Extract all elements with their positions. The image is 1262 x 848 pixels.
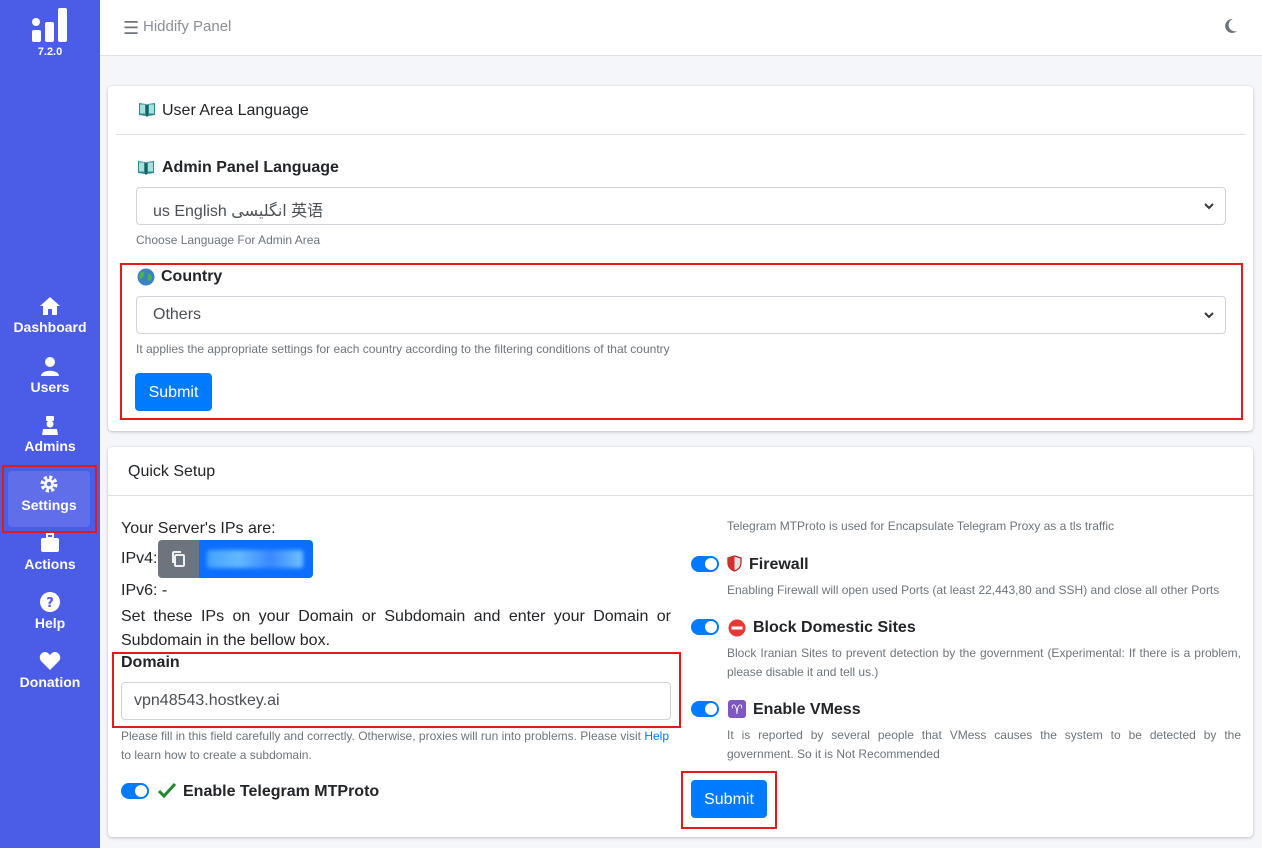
heart-icon: [39, 652, 61, 670]
user-icon: [41, 357, 59, 376]
ipv6-label: IPv6: -: [121, 582, 168, 599]
admin-language-help: Choose Language For Admin Area: [136, 233, 321, 247]
chevron-down-icon: [1204, 203, 1214, 210]
ip-instruction: Set these IPs on your Domain or Subdomai…: [121, 608, 671, 649]
block-domestic-label: Block Domestic Sites: [753, 619, 916, 636]
block-domestic-help: Block Iranian Sites to prevent detection…: [727, 646, 1241, 679]
telegram-label: Enable Telegram MTProto: [183, 783, 380, 800]
menu-toggle-icon[interactable]: ☰: [123, 18, 139, 39]
domain-help-text-2: to learn how to create a subdomain.: [121, 748, 312, 762]
country-label: Country: [161, 268, 223, 285]
sidebar-item-help[interactable]: ? Help: [0, 592, 100, 648]
telegram-help: Telegram MTProto is used for Encapsulate…: [727, 519, 1115, 533]
ipv4-group: [158, 540, 313, 578]
briefcase-icon: [41, 533, 59, 552]
book-icon: [139, 103, 155, 117]
sidebar-item-admins[interactable]: Admins: [0, 415, 100, 471]
telegram-toggle[interactable]: [121, 783, 149, 799]
select-value: Others: [153, 306, 202, 323]
page-title: Hiddify Panel: [143, 18, 232, 35]
firewall-help: Enabling Firewall will open used Ports (…: [727, 583, 1220, 597]
copy-icon: [172, 551, 185, 567]
firewall-toggle[interactable]: [691, 556, 719, 572]
sidebar: 7.2.0 Dashboard Users Admins Settings Ac…: [0, 0, 100, 848]
version-label: 7.2.0: [37, 46, 63, 58]
hiddify-logo-icon: [32, 8, 67, 42]
sidebar-item-label: Dashboard: [13, 319, 87, 335]
admin-icon: [42, 416, 58, 435]
admin-language-select[interactable]: us English انگلیسی 英语: [136, 187, 1226, 225]
check-icon: [158, 782, 176, 798]
card-title: Quick Setup: [128, 463, 216, 480]
sidebar-item-label: Donation: [19, 674, 81, 690]
question-icon: ?: [40, 592, 60, 612]
sidebar-item-label: Help: [34, 615, 66, 631]
card-title: User Area Language: [162, 102, 309, 119]
select-value: us English انگلیسی 英语: [153, 203, 324, 220]
domain-help-text: Please fill in this field carefully and …: [121, 729, 641, 743]
brand[interactable]: 7.2.0: [0, 6, 100, 58]
card-header: Quick Setup: [108, 447, 1253, 496]
server-ips-label: Your Server's IPs are:: [121, 520, 276, 537]
quick-setup-submit-button[interactable]: Submit: [691, 780, 767, 818]
sidebar-item-label: Users: [30, 379, 70, 395]
country-help: It applies the appropriate settings for …: [136, 342, 670, 356]
firewall-label: Firewall: [749, 556, 809, 573]
vmess-help: It is reported by several people that VM…: [727, 728, 1241, 761]
sidebar-item-donation[interactable]: Donation: [0, 651, 100, 707]
vmess-label: Enable VMess: [753, 701, 861, 718]
help-link[interactable]: Help: [644, 729, 669, 743]
domain-input[interactable]: vpn48543.hostkey.ai: [121, 682, 671, 720]
sidebar-item-label: Admins: [24, 438, 76, 454]
settings-highlight-box: [2, 465, 97, 533]
ipv4-label: IPv4:: [121, 550, 158, 567]
top-navbar: ☰ Hiddify Panel: [100, 0, 1262, 56]
sidebar-item-actions[interactable]: Actions: [0, 533, 100, 589]
aries-icon: ♈: [728, 700, 746, 718]
country-select[interactable]: Others: [136, 296, 1226, 334]
vmess-toggle[interactable]: [691, 701, 719, 717]
admin-language-label: Admin Panel Language: [162, 159, 339, 176]
sidebar-item-label: Actions: [24, 556, 76, 572]
sidebar-item-users[interactable]: Users: [0, 356, 100, 412]
card-header: User Area Language: [116, 86, 1246, 135]
domain-help: Please fill in this field carefully and …: [121, 727, 676, 765]
home-icon: [40, 297, 60, 315]
country-submit-button[interactable]: Submit: [135, 373, 212, 411]
copy-button[interactable]: [158, 540, 199, 578]
no-entry-icon: [728, 619, 746, 637]
globe-icon: [137, 268, 155, 286]
sidebar-item-dashboard[interactable]: Dashboard: [0, 296, 100, 352]
dark-mode-icon[interactable]: [1224, 18, 1238, 34]
ipv4-value: [199, 540, 313, 578]
chevron-down-icon: [1204, 312, 1214, 319]
book-icon: [138, 161, 154, 175]
block-domestic-toggle[interactable]: [691, 619, 719, 635]
svg-text:♈: ♈: [731, 703, 743, 718]
svg-text:?: ?: [46, 596, 54, 611]
shield-icon: [727, 555, 742, 572]
domain-label: Domain: [121, 654, 180, 671]
input-value: vpn48543.hostkey.ai: [134, 692, 280, 709]
